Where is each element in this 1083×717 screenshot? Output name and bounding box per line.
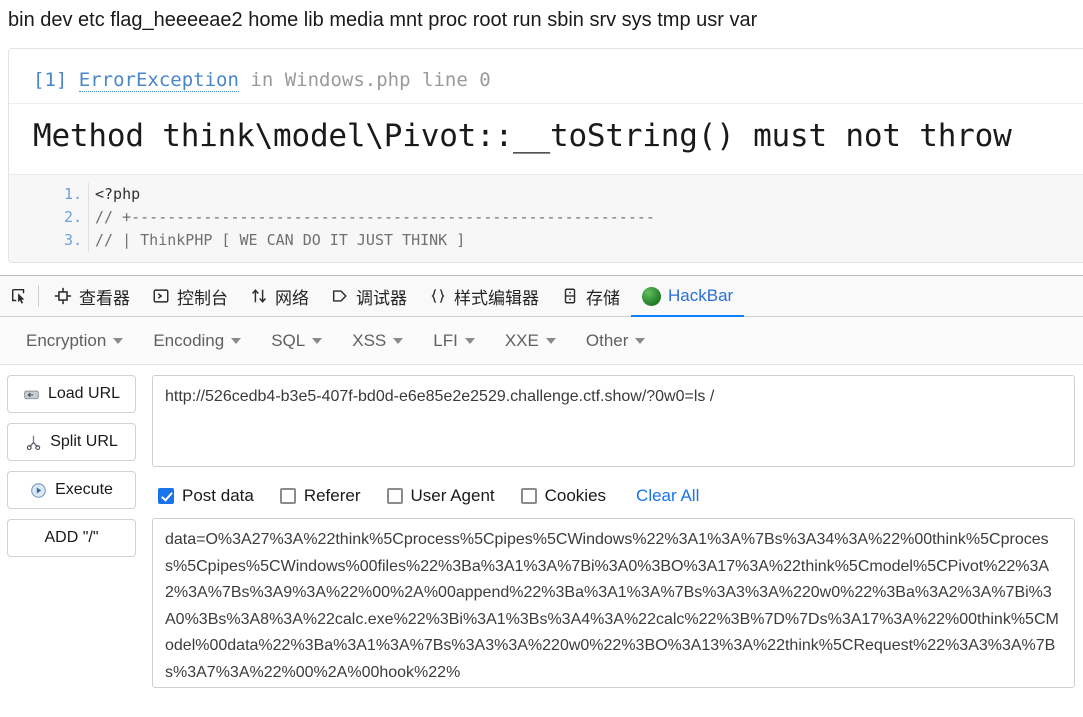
hackbar-options-row: Post data Referer User Agent Cookies Cle… — [158, 486, 1075, 506]
tab-label: 存储 — [586, 288, 620, 308]
code-line: 3. // | ThinkPHP [ WE CAN DO IT JUST THI… — [9, 229, 1083, 252]
chevron-down-icon — [635, 337, 646, 344]
checkbox-cookies[interactable]: Cookies — [520, 486, 607, 506]
code-line: 1. <?php — [9, 183, 1083, 206]
menu-xss[interactable]: XSS — [340, 325, 415, 357]
tab-label: 调试器 — [356, 288, 407, 308]
tab-label: 样式编辑器 — [454, 288, 539, 308]
checkbox-post-data[interactable]: Post data — [158, 486, 254, 506]
url-input[interactable] — [152, 375, 1075, 467]
line-content: // +------------------------------------… — [95, 208, 655, 226]
network-icon — [251, 289, 267, 303]
checkbox-unchecked-icon — [386, 488, 403, 504]
button-label: Load URL — [47, 385, 121, 402]
button-label: Execute — [55, 481, 113, 498]
checkbox-label: User Agent — [410, 486, 495, 505]
tab-style-editor[interactable]: 样式编辑器 — [418, 276, 550, 317]
source-code-block: 1. <?php 2. // +------------------------… — [9, 174, 1083, 262]
checkbox-checked-icon — [158, 488, 174, 504]
clear-all-link[interactable]: Clear All — [636, 486, 699, 506]
menu-label: Other — [585, 330, 629, 350]
tab-network[interactable]: 网络 — [239, 276, 320, 317]
checkbox-unchecked-icon — [520, 488, 537, 504]
hackbar-icon — [642, 286, 661, 306]
style-editor-icon — [431, 288, 445, 304]
error-index: [1] — [33, 69, 68, 91]
post-data-input[interactable] — [152, 518, 1075, 688]
split-url-button[interactable]: Split URL — [7, 423, 136, 461]
tab-inspector[interactable]: 查看器 — [43, 276, 141, 317]
load-url-button[interactable]: Load URL — [7, 375, 136, 413]
line-number: 3. — [9, 229, 89, 252]
error-file-location: Windows.php line 0 — [284, 69, 491, 91]
line-content: <?php — [95, 185, 141, 203]
hackbar-panel: Encryption Encoding SQL XSS LFI XXE Othe… — [0, 317, 1083, 717]
menu-encryption[interactable]: Encryption — [14, 325, 135, 357]
error-in-word: in — [250, 69, 274, 91]
error-type-link[interactable]: ErrorException — [78, 69, 239, 92]
execute-button[interactable]: Execute — [7, 471, 136, 509]
line-content: // | ThinkPHP [ WE CAN DO IT JUST THINK … — [95, 231, 466, 249]
menu-encoding[interactable]: Encoding — [141, 325, 253, 357]
load-url-icon — [24, 390, 39, 399]
hackbar-body: Load URL Split URL Execute ADD "/" http:… — [0, 365, 1083, 693]
element-picker-button[interactable] — [2, 276, 36, 316]
storage-icon — [564, 288, 576, 304]
checkbox-referer[interactable]: Referer — [279, 486, 361, 506]
tab-console[interactable]: 控制台 — [141, 276, 239, 317]
line-number: 1. — [9, 183, 89, 206]
chevron-down-icon — [464, 337, 475, 344]
menu-label: SQL — [271, 330, 306, 350]
console-icon — [153, 289, 169, 303]
chevron-down-icon — [231, 337, 242, 344]
chevron-down-icon — [393, 337, 404, 344]
split-url-icon — [26, 435, 41, 450]
menu-label: Encoding — [153, 330, 225, 350]
checkbox-unchecked-icon — [279, 488, 296, 504]
tab-label: 网络 — [275, 288, 309, 308]
toolbar-divider — [38, 285, 39, 307]
tab-label: 查看器 — [79, 288, 130, 308]
menu-label: XSS — [352, 330, 387, 350]
code-line: 2. // +---------------------------------… — [9, 206, 1083, 229]
menu-label: Encryption — [26, 330, 107, 350]
error-header: [1] ErrorException in Windows.php line 0 — [9, 49, 1083, 104]
tab-label: 控制台 — [177, 288, 228, 308]
tab-storage[interactable]: 存储 — [550, 276, 631, 317]
execute-icon — [31, 482, 46, 498]
button-label: Split URL — [50, 433, 118, 450]
menu-xxe[interactable]: XXE — [493, 325, 568, 357]
checkbox-label: Referer — [303, 486, 361, 505]
browser-page-content: bin dev etc flag_heeeeae2 home lib media… — [0, 0, 1083, 275]
hackbar-menubar: Encryption Encoding SQL XSS LFI XXE Othe… — [0, 317, 1083, 365]
checkbox-label: Cookies — [544, 486, 607, 505]
debugger-icon — [332, 290, 347, 302]
menu-other[interactable]: Other — [574, 325, 658, 357]
element-picker-icon — [11, 288, 25, 304]
tab-hackbar[interactable]: HackBar — [631, 276, 745, 318]
add-slash-button[interactable]: ADD "/" — [7, 519, 136, 557]
menu-label: XXE — [504, 330, 539, 350]
hackbar-fields: Post data Referer User Agent Cookies Cle… — [136, 375, 1083, 693]
menu-sql[interactable]: SQL — [259, 325, 334, 357]
menu-lfi[interactable]: LFI — [421, 325, 487, 357]
chevron-down-icon — [113, 337, 124, 344]
hackbar-action-buttons: Load URL Split URL Execute ADD "/" — [0, 375, 136, 693]
chevron-down-icon — [312, 337, 323, 344]
tab-debugger[interactable]: 调试器 — [320, 276, 418, 317]
button-label: ADD "/" — [44, 529, 99, 546]
checkbox-user-agent[interactable]: User Agent — [386, 486, 495, 506]
inspector-icon — [54, 287, 72, 305]
chevron-down-icon — [545, 337, 556, 344]
directory-listing-output: bin dev etc flag_heeeeae2 home lib media… — [8, 9, 758, 31]
checkbox-label: Post data — [182, 486, 254, 505]
error-message: Method think\model\Pivot::__toString() m… — [33, 118, 1012, 154]
tab-label: HackBar — [668, 286, 734, 305]
devtools-toolbar: 查看器 控制台 网络 调试器 样式编辑器 存储 HackBar — [0, 275, 1083, 318]
line-number: 2. — [9, 206, 89, 229]
menu-label: LFI — [433, 330, 458, 350]
error-card: [1] ErrorException in Windows.php line 0… — [8, 48, 1083, 263]
